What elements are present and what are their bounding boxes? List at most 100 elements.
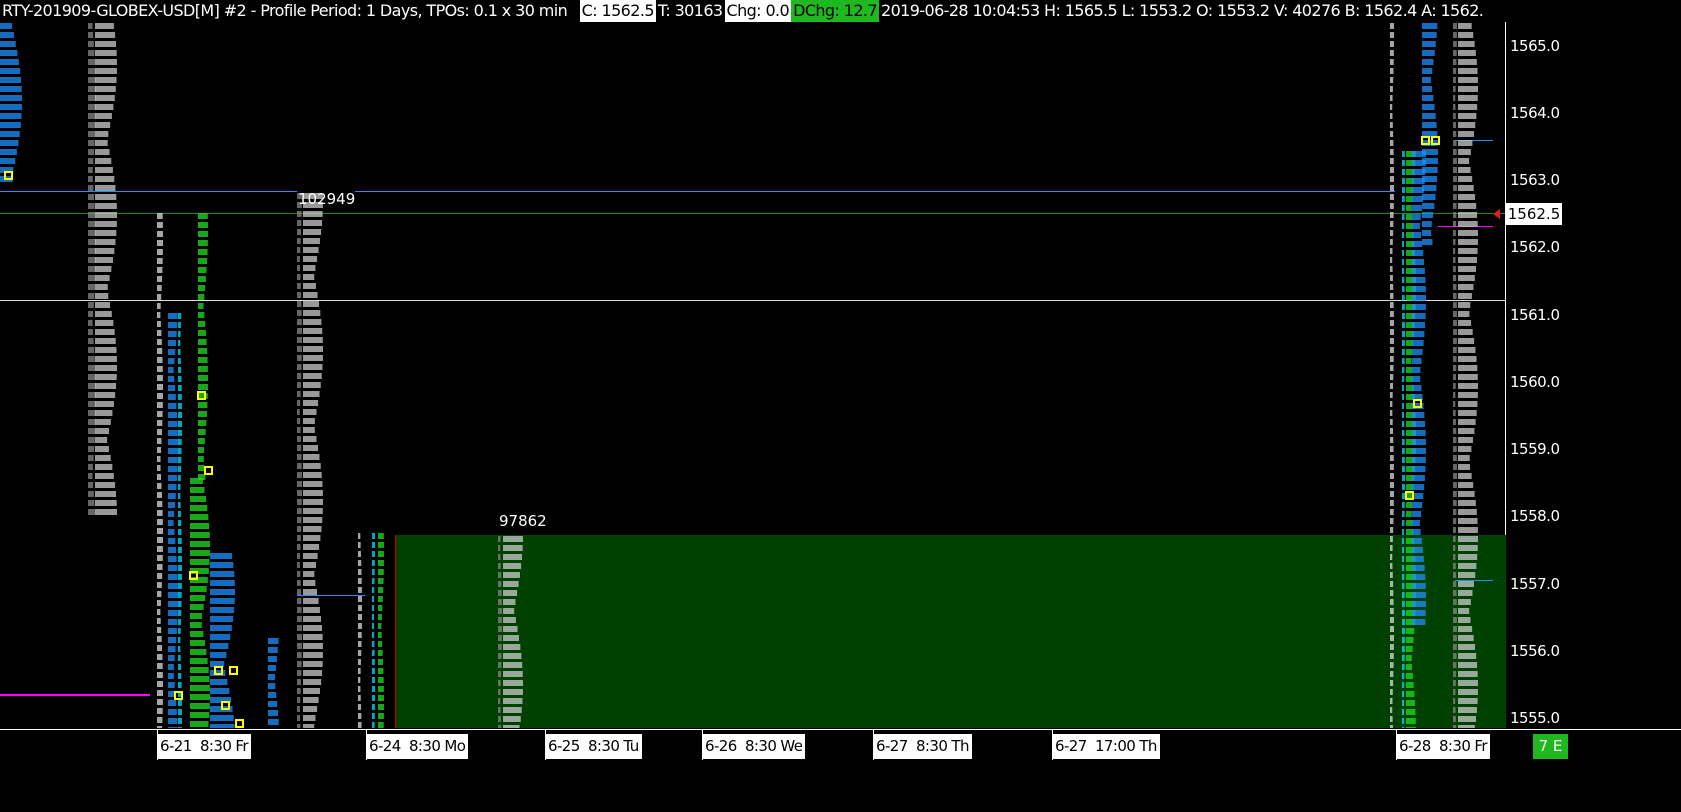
tpo-mark xyxy=(1453,410,1456,416)
tpo-mark xyxy=(1453,563,1456,569)
tpo-mark xyxy=(0,140,19,146)
tpo-mark xyxy=(378,587,384,593)
tpo-mark xyxy=(178,403,182,409)
tpo-mark xyxy=(503,572,520,578)
tpo-mark xyxy=(1402,268,1405,274)
tpo-mark xyxy=(1406,511,1412,517)
tpo-mark xyxy=(95,266,112,272)
tpo-mark xyxy=(1422,239,1433,245)
tpo-mark xyxy=(198,321,206,327)
tpo-mark xyxy=(1402,628,1405,634)
tpo-mark xyxy=(1453,698,1456,704)
tpo-mark xyxy=(168,358,175,364)
tpo-mark xyxy=(178,655,181,661)
tpo-mark xyxy=(372,533,375,539)
time-label: 6-24 8:30 Mo xyxy=(366,734,469,759)
tpo-mark xyxy=(95,158,112,164)
tpo-mark xyxy=(1453,293,1457,299)
tpo-mark xyxy=(88,410,96,416)
tpo-mark xyxy=(95,140,108,146)
tpo-mark xyxy=(178,637,181,643)
tpo-mark xyxy=(168,430,178,436)
tpo-mark xyxy=(303,454,320,460)
tpo-mark xyxy=(1453,347,1457,353)
tpo-mark xyxy=(297,634,302,640)
tpo-mark xyxy=(95,131,109,137)
tpo-mark xyxy=(1402,403,1404,409)
tpo-mark xyxy=(88,500,95,506)
tpo-mark xyxy=(88,311,94,317)
tpo-mark xyxy=(303,328,323,334)
tpo-mark xyxy=(95,419,111,425)
tpo-mark xyxy=(358,578,362,584)
tpo-mark xyxy=(297,391,301,397)
tpo-mark xyxy=(178,682,182,688)
price-tick: 1560.0 xyxy=(1510,373,1560,391)
tpo-mark xyxy=(157,501,163,507)
tpo-mark xyxy=(1422,149,1438,155)
tpo-mark xyxy=(95,32,116,38)
tpo-mark xyxy=(1453,383,1456,389)
tpo-mark xyxy=(1406,691,1415,697)
tpo-mark xyxy=(1402,547,1404,553)
tpo-mark xyxy=(303,418,315,424)
tpo-mark xyxy=(1422,68,1433,74)
tpo-mark xyxy=(1402,646,1405,652)
tpo-mark xyxy=(198,240,208,246)
tpo-mark xyxy=(210,616,234,622)
tpo-mark xyxy=(1458,599,1471,605)
tpo-mark xyxy=(303,499,323,505)
tpo-mark xyxy=(1390,185,1394,191)
tpo-mark xyxy=(358,695,361,701)
tpo-mark xyxy=(168,412,178,418)
tpo-mark xyxy=(1402,574,1405,580)
tpo-mark xyxy=(358,623,362,629)
tpo-mark xyxy=(1390,464,1394,470)
tpo-mark xyxy=(1412,232,1422,238)
tpo-mark xyxy=(1402,304,1405,310)
tpo-mark xyxy=(0,122,21,128)
tpo-mark xyxy=(1390,284,1394,290)
tpo-mark xyxy=(168,646,176,652)
time-axis[interactable]: 6-21 8:30 Fr 6-24 8:30 Mo 6-25 8:30 Tu 6… xyxy=(0,729,1681,812)
tpo-mark xyxy=(498,725,502,728)
tpo-mark xyxy=(178,313,182,319)
tpo-mark xyxy=(1453,608,1457,614)
tpo-mark xyxy=(1402,196,1405,202)
tpo-mark xyxy=(1412,367,1421,373)
tpo-mark xyxy=(0,68,21,74)
tpo-mark xyxy=(1402,637,1405,643)
tpo-mark xyxy=(268,647,278,653)
tpo-mark xyxy=(297,715,301,721)
tpo-mark xyxy=(1458,248,1478,254)
tpo-mark xyxy=(95,104,114,110)
tpo-mark xyxy=(157,726,163,728)
tpo-mark xyxy=(1453,581,1457,587)
tpo-mark xyxy=(157,249,163,255)
tpo-mark xyxy=(178,385,182,391)
tpo-mark xyxy=(198,312,205,318)
time-label: 6-26 8:30 We xyxy=(702,734,806,759)
tpo-mark xyxy=(95,392,116,398)
tpo-mark xyxy=(1390,455,1394,461)
tpo-mark xyxy=(157,366,163,372)
tpo-mark xyxy=(268,710,279,716)
chart-plot-area[interactable]: 102949 97862 xyxy=(0,22,1506,728)
tpo-mark xyxy=(0,50,18,56)
tpo-mark xyxy=(303,490,323,496)
tpo-mark xyxy=(1402,421,1405,427)
tpo-mark xyxy=(1406,223,1413,229)
tpo-mark xyxy=(1402,565,1405,571)
tpo-mark xyxy=(168,439,178,445)
tpo-mark xyxy=(190,685,210,691)
tpo-mark xyxy=(503,653,522,659)
tpo-mark xyxy=(303,409,317,415)
tpo-mark xyxy=(1458,329,1473,335)
tpo-mark xyxy=(168,322,178,328)
tpo-mark xyxy=(1422,86,1433,92)
tpo-mark xyxy=(1402,664,1405,670)
tpo-mark xyxy=(1412,439,1426,445)
current-price-marker: 1562.5 xyxy=(1506,203,1562,225)
tpo-mark xyxy=(1390,113,1393,119)
tpo-mark xyxy=(297,301,302,307)
